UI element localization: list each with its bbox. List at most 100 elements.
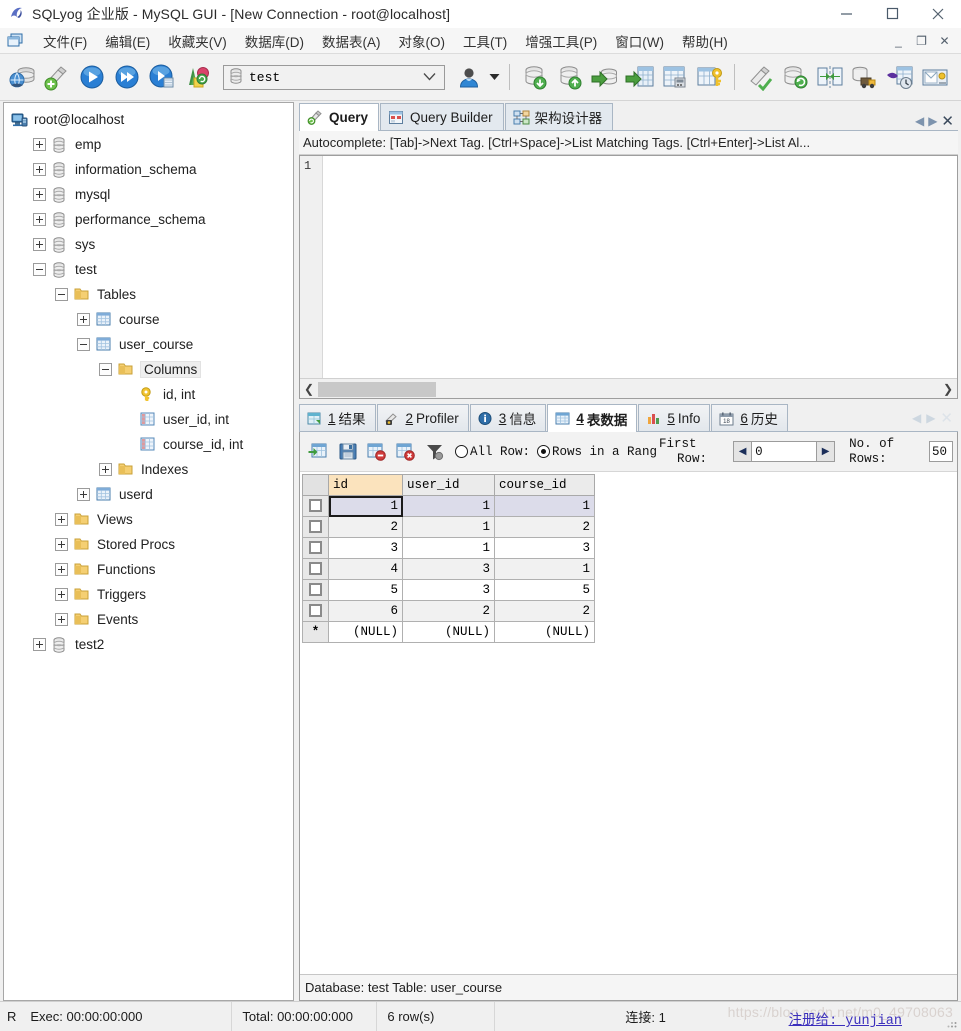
export-table-data-icon[interactable]	[622, 57, 657, 97]
menu-tools[interactable]: 工具(T)	[454, 29, 516, 53]
data-grid[interactable]: id user_id course_id 1 1 1 2 1 2 3 1 3 4 3 1 5 3 5 6 2 2 *…	[302, 474, 595, 643]
menu-window[interactable]: 窗口(W)	[606, 29, 673, 53]
all-rows-radio[interactable]	[455, 445, 468, 458]
import-external-data-icon[interactable]	[587, 57, 622, 97]
menu-objects[interactable]: 对象(O)	[390, 29, 455, 53]
restore-database-icon[interactable]	[552, 57, 587, 97]
first-row-input[interactable]: 0	[752, 441, 817, 462]
sync-database-icon[interactable]	[777, 57, 812, 97]
tree-expander-collapsed[interactable]	[33, 638, 46, 651]
data-transfer-icon[interactable]	[847, 57, 882, 97]
tree-node-information-schema[interactable]: information_schema	[4, 157, 293, 182]
result-tab-next-icon[interactable]: ▶	[926, 411, 935, 425]
manage-index-icon[interactable]	[692, 57, 727, 97]
discard-changes-icon[interactable]	[391, 437, 420, 467]
cell-user_id[interactable]: 1	[402, 537, 495, 559]
tab-info[interactable]: 5 Info	[638, 404, 711, 431]
cell-course_id[interactable]: 1	[494, 495, 595, 517]
table-row[interactable]: 535	[302, 579, 595, 601]
new-row[interactable]: * (NULL) (NULL) (NULL)	[302, 621, 595, 643]
tree-expander-collapsed[interactable]	[55, 538, 68, 551]
cell-id[interactable]: 4	[328, 558, 403, 580]
row-checkbox[interactable]	[309, 541, 322, 555]
tree-node-functions[interactable]: Functions	[4, 557, 293, 582]
tree-node-test[interactable]: test	[4, 257, 293, 282]
table-row[interactable]: 622	[302, 600, 595, 622]
row-selector-cell[interactable]	[302, 579, 329, 601]
tree-expander-expanded[interactable]	[33, 263, 46, 276]
chevron-down-icon[interactable]	[423, 70, 436, 85]
cell-user_id[interactable]: 3	[402, 558, 495, 580]
data-grid-host[interactable]: id user_id course_id 1 1 1 2 1 2 3 1 3 4 3 1 5 3 5 6 2 2 *…	[300, 472, 957, 974]
tree-node-course[interactable]: course	[4, 307, 293, 332]
tree-expander-collapsed[interactable]	[33, 138, 46, 151]
menu-file[interactable]: 文件(F)	[34, 29, 96, 53]
tree-node-performance-schema[interactable]: performance_schema	[4, 207, 293, 232]
editor-horizontal-scrollbar[interactable]: ❮ ❯	[300, 378, 957, 398]
row-selector-cell[interactable]	[302, 537, 329, 559]
tree-node-tables[interactable]: Tables	[4, 282, 293, 307]
grid-header-id[interactable]: id	[328, 474, 403, 496]
execute-query-icon[interactable]	[74, 57, 109, 97]
tree-node-mysql[interactable]: mysql	[4, 182, 293, 207]
table-row[interactable]: 313	[302, 537, 595, 559]
rows-in-range-radio[interactable]	[537, 445, 551, 458]
table-diagnostics-icon[interactable]	[657, 57, 692, 97]
first-row-prev-button[interactable]: ◀	[733, 441, 753, 462]
table-row[interactable]: 431	[302, 558, 595, 580]
result-tab-close-icon[interactable]: ✕	[940, 409, 953, 427]
user-manager-icon[interactable]	[451, 57, 486, 97]
mdi-close-button[interactable]: ✕	[935, 32, 954, 49]
database-selector[interactable]: test	[223, 64, 445, 90]
tree-node-user-id-int[interactable]: user_id, int	[4, 407, 293, 432]
tree-expander-expanded[interactable]	[55, 288, 68, 301]
tree-expander-collapsed[interactable]	[55, 613, 68, 626]
cell-id[interactable]: 1	[328, 495, 403, 517]
tree-expander-collapsed[interactable]	[33, 188, 46, 201]
row-checkbox[interactable]	[309, 562, 322, 576]
new-row-cell-course_id[interactable]: (NULL)	[494, 621, 595, 643]
tab-table-data[interactable]: 4 表数据	[547, 404, 638, 432]
scrollbar-track[interactable]	[318, 380, 939, 398]
tree-node-views[interactable]: Views	[4, 507, 293, 532]
row-checkbox[interactable]	[309, 499, 322, 513]
refresh-data-icon[interactable]	[304, 437, 333, 467]
new-connection-icon[interactable]	[4, 57, 39, 97]
cell-course_id[interactable]: 2	[494, 600, 595, 622]
menu-powertools[interactable]: 增强工具(P)	[516, 29, 606, 53]
tab-schema-designer[interactable]: 架构设计器	[504, 103, 614, 130]
grid-header-user-id[interactable]: user_id	[402, 474, 495, 496]
new-row-cell-id[interactable]: (NULL)	[328, 621, 403, 643]
cell-user_id[interactable]: 1	[402, 516, 495, 538]
tree-expander-collapsed[interactable]	[55, 563, 68, 576]
save-changes-icon[interactable]	[333, 437, 362, 467]
tree-node-columns[interactable]: Columns	[4, 357, 293, 382]
grid-corner-cell[interactable]	[302, 474, 329, 496]
object-browser-panel[interactable]: root@localhost emp information_schema mysq…	[3, 102, 294, 1001]
tree-node-events[interactable]: Events	[4, 607, 293, 632]
execute-all-queries-icon[interactable]	[109, 57, 144, 97]
minimize-button[interactable]	[823, 0, 869, 28]
menu-edit[interactable]: 编辑(E)	[96, 29, 159, 53]
tree-expander-collapsed[interactable]	[33, 213, 46, 226]
tab-query-builder[interactable]: Query Builder	[380, 103, 504, 130]
scroll-left-icon[interactable]: ❮	[300, 380, 318, 398]
backup-database-icon[interactable]	[517, 57, 552, 97]
schema-sync-icon[interactable]	[812, 57, 847, 97]
tree-node-sys[interactable]: sys	[4, 232, 293, 257]
cell-course_id[interactable]: 2	[494, 516, 595, 538]
cell-user_id[interactable]: 2	[402, 600, 495, 622]
user-dropdown-caret-icon[interactable]	[486, 73, 502, 81]
tree-node-user-course[interactable]: user_course	[4, 332, 293, 357]
scheduled-backup-icon[interactable]	[882, 57, 917, 97]
tab-query[interactable]: Query	[299, 103, 380, 131]
tree-node-stored-procs[interactable]: Stored Procs	[4, 532, 293, 557]
tree-node-emp[interactable]: emp	[4, 132, 293, 157]
cell-id[interactable]: 2	[328, 516, 403, 538]
scroll-right-icon[interactable]: ❯	[939, 380, 957, 398]
tree-node-root[interactable]: root@localhost	[4, 107, 293, 132]
tab-result[interactable]: 1 结果	[299, 404, 376, 431]
cell-course_id[interactable]: 3	[494, 537, 595, 559]
stop-query-icon[interactable]	[179, 57, 214, 97]
tree-node-indexes[interactable]: Indexes	[4, 457, 293, 482]
